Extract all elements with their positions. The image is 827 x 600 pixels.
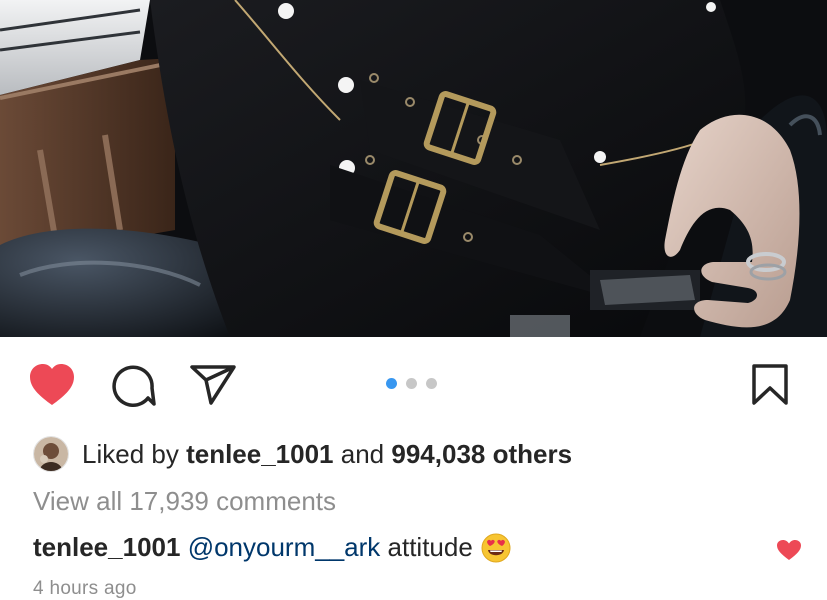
heart-eyes-emoji-icon bbox=[481, 533, 511, 562]
likes-count[interactable]: 994,038 others bbox=[391, 439, 572, 470]
post-timestamp: 4 hours ago bbox=[33, 578, 137, 599]
liker-avatar[interactable] bbox=[33, 436, 69, 472]
likes-prefix: Liked by bbox=[82, 438, 179, 469]
comment-text: attitude bbox=[387, 532, 473, 562]
carousel-dot bbox=[406, 378, 417, 389]
comment-mention[interactable]: @onyourm__ark bbox=[188, 532, 381, 563]
likes-joiner: and bbox=[340, 438, 385, 469]
comment-username[interactable]: tenlee_1001 bbox=[33, 532, 180, 563]
liker-username[interactable]: tenlee_1001 bbox=[186, 439, 333, 470]
bookmark-icon[interactable] bbox=[751, 364, 789, 406]
heart-filled-icon[interactable] bbox=[28, 363, 76, 407]
comment-row: tenlee_1001 @onyourm__ark attitude bbox=[33, 532, 511, 563]
comment-bubble-icon[interactable] bbox=[110, 362, 156, 408]
carousel-dot bbox=[426, 378, 437, 389]
carousel-dot-active bbox=[386, 378, 397, 389]
paper-plane-icon[interactable] bbox=[189, 364, 237, 406]
post-photo[interactable] bbox=[0, 0, 827, 337]
comment-like-heart-icon[interactable] bbox=[776, 539, 802, 561]
likes-summary[interactable]: Liked by tenlee_1001 and 994,038 others bbox=[33, 436, 572, 472]
view-all-comments-link[interactable]: View all 17,939 comments bbox=[33, 486, 336, 517]
